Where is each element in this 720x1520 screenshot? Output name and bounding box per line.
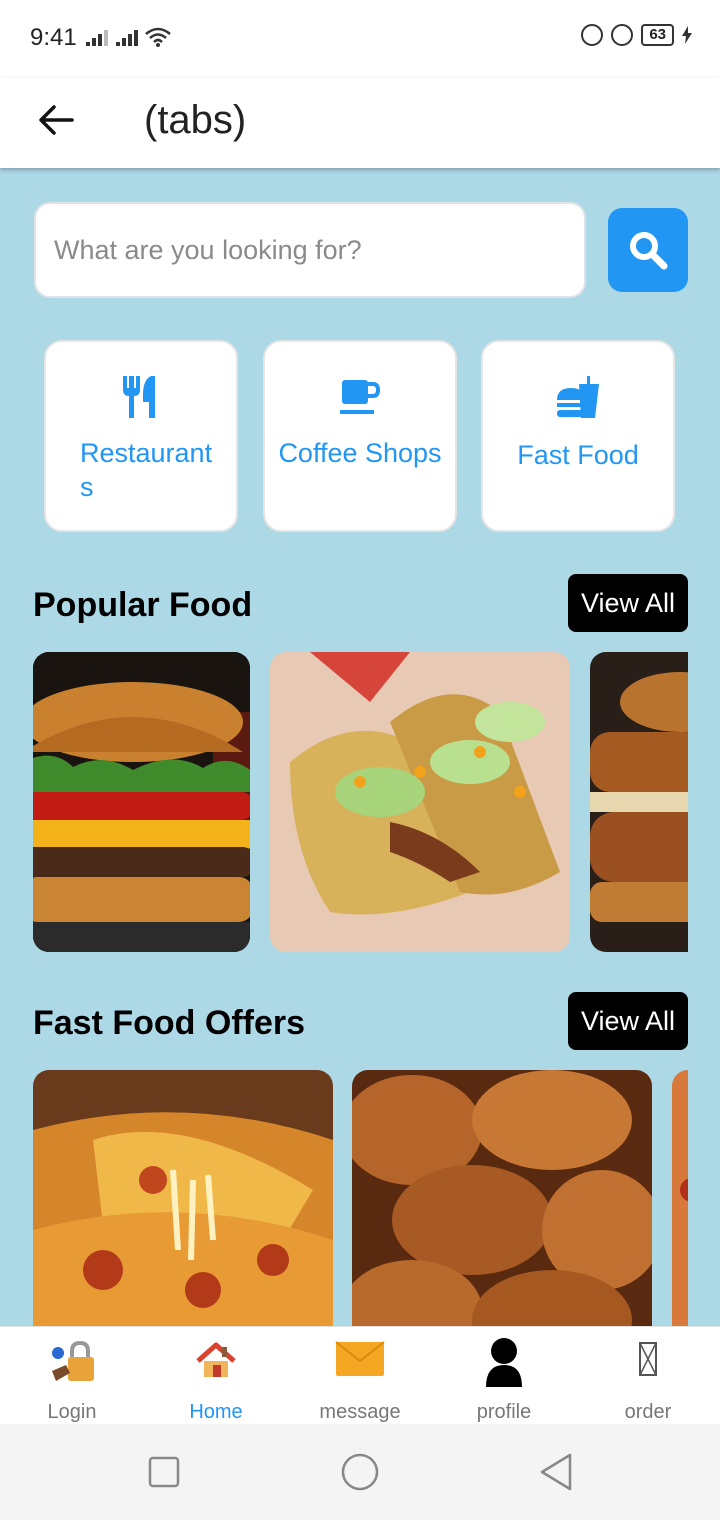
home-circle-icon[interactable] — [340, 1452, 380, 1492]
page-title: (tabs) — [144, 98, 247, 142]
arrow-left-icon — [39, 105, 74, 135]
recent-apps-icon[interactable] — [148, 1456, 180, 1488]
nav-label: order — [624, 1401, 672, 1423]
burger-image — [33, 652, 250, 952]
nav-login[interactable]: Login — [0, 1327, 144, 1425]
section-title-popular-food: Popular Food — [33, 586, 253, 624]
system-nav-bar — [0, 1424, 720, 1520]
search-input[interactable] — [34, 202, 586, 298]
status-bar: 9:41 63 — [0, 0, 720, 78]
bottom-nav: Login Home message profile order — [0, 1326, 720, 1424]
category-fast-food[interactable]: Fast Food — [481, 340, 675, 532]
lock-rotation-icon — [581, 24, 604, 46]
app-header: (tabs) — [0, 78, 720, 168]
fried-chicken-image — [352, 1070, 652, 1326]
nav-label: Login — [47, 1401, 97, 1423]
signal-icon — [86, 28, 110, 46]
wifi-icon — [145, 27, 171, 47]
battery-indicator: 63 — [641, 24, 674, 46]
missing-glyph-icon — [639, 1342, 657, 1376]
nav-label: profile — [476, 1401, 532, 1423]
food-card-fried-chicken[interactable] — [352, 1070, 652, 1326]
lock-key-icon — [52, 1341, 94, 1381]
tacos-image — [270, 652, 570, 952]
utensils-icon — [123, 376, 155, 418]
back-triangle-icon[interactable] — [538, 1452, 574, 1492]
category-label: Restaurants — [80, 438, 213, 502]
house-icon — [196, 1342, 236, 1377]
charging-icon — [682, 26, 692, 44]
food-card-tacos[interactable] — [270, 652, 570, 952]
category-label: Fast Food — [517, 440, 639, 470]
coffee-cup-icon — [340, 380, 380, 414]
nav-order[interactable]: order — [576, 1327, 720, 1425]
nav-label: Home — [189, 1401, 243, 1423]
nav-profile[interactable]: profile — [432, 1327, 576, 1425]
nav-label: message — [319, 1401, 401, 1423]
status-time: 9:41 — [30, 24, 77, 51]
section-title-fast-food-offers: Fast Food Offers — [33, 1004, 306, 1042]
food-card-pizza[interactable] — [33, 1070, 333, 1326]
person-icon — [486, 1338, 522, 1387]
signal-icon — [116, 28, 140, 46]
nav-message[interactable]: message — [288, 1327, 432, 1425]
view-all-popular-button[interactable]: View All — [568, 574, 688, 632]
view-all-offers-button[interactable]: View All — [568, 992, 688, 1050]
category-restaurants[interactable]: Restaurants — [44, 340, 238, 532]
burger-drink-icon — [557, 376, 599, 418]
food-image — [672, 1070, 688, 1326]
back-button[interactable] — [30, 92, 86, 148]
category-coffee-shops[interactable]: Coffee Shops — [263, 340, 457, 532]
nav-home[interactable]: Home — [144, 1327, 288, 1425]
alarm-icon — [611, 24, 634, 46]
food-card-chicken-sandwich[interactable] — [590, 652, 688, 952]
pizza-image — [33, 1070, 333, 1326]
search-icon — [630, 232, 668, 270]
offers-carousel[interactable] — [33, 1070, 688, 1326]
category-label: Coffee Shops — [278, 438, 442, 468]
popular-food-carousel[interactable] — [33, 652, 688, 952]
food-card-partial[interactable] — [672, 1070, 688, 1326]
search-button[interactable] — [608, 208, 688, 292]
chicken-sandwich-image — [590, 652, 688, 952]
food-card-burger[interactable] — [33, 652, 250, 952]
envelope-icon — [335, 1341, 385, 1376]
